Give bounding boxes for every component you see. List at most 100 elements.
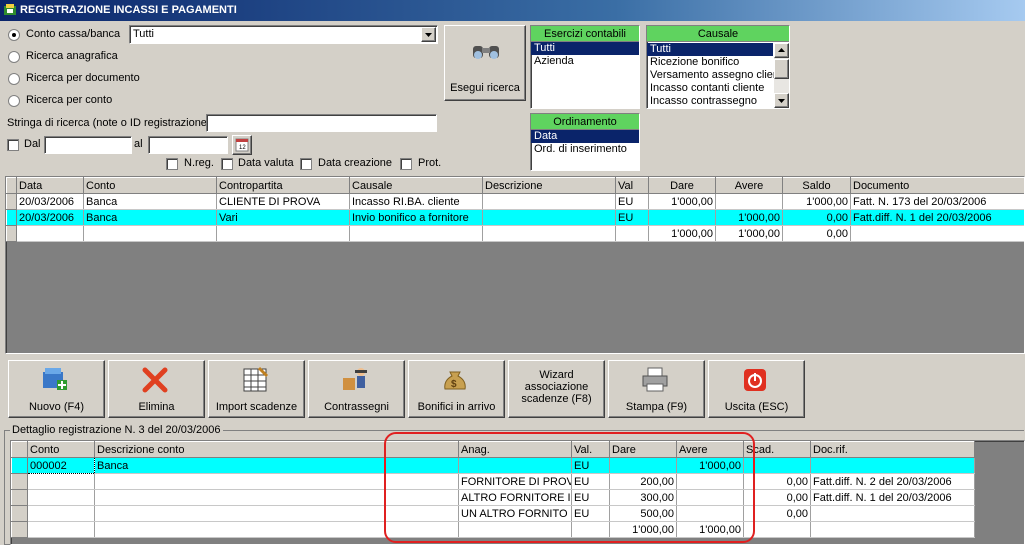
- detail-cell[interactable]: 000002: [27, 457, 95, 474]
- detail-cell[interactable]: [609, 457, 677, 474]
- table-cell[interactable]: Banca: [83, 209, 217, 226]
- causale-item[interactable]: Incasso contanti cliente: [647, 82, 773, 95]
- col-header-data[interactable]: Data: [16, 177, 84, 194]
- col-header-dare[interactable]: Dare: [648, 177, 716, 194]
- detail-cell[interactable]: 1'000,00: [676, 521, 744, 538]
- detail-cell[interactable]: EU: [571, 505, 610, 522]
- table-row[interactable]: 20/03/2006 Banca Vari Invio bonifico a forn…: [6, 209, 1024, 226]
- row-header[interactable]: [11, 505, 28, 522]
- search-string-input[interactable]: [206, 114, 437, 132]
- radio-conto-cassa[interactable]: [8, 29, 20, 41]
- col-header-contropartita[interactable]: Contropartita: [216, 177, 350, 194]
- table-cell[interactable]: CLIENTE DI PROVA: [216, 193, 350, 210]
- table-cell[interactable]: 0,00: [782, 209, 851, 226]
- detail-row[interactable]: 000002 Banca EU 1'000,00: [11, 457, 975, 474]
- detail-cell[interactable]: [676, 473, 744, 490]
- detail-cell[interactable]: [27, 505, 95, 522]
- chevron-down-icon[interactable]: [421, 27, 436, 42]
- table-cell[interactable]: [83, 225, 217, 242]
- table-cell[interactable]: Fatt. N. 173 del 20/03/2006: [850, 193, 1024, 210]
- causale-item[interactable]: Tutti: [647, 43, 773, 56]
- causale-scrollbar[interactable]: [774, 43, 789, 108]
- table-cell[interactable]: [648, 209, 716, 226]
- table-cell[interactable]: [349, 225, 483, 242]
- detail-cell[interactable]: Banca: [94, 457, 459, 474]
- detail-cell[interactable]: Fatt.diff. N. 1 del 20/03/2006: [810, 489, 975, 506]
- checkbox-nreg[interactable]: [166, 158, 178, 170]
- date-to-input[interactable]: [148, 136, 228, 154]
- detail-grid[interactable]: Conto Descrizione conto Anag. Val. Dare …: [10, 440, 1025, 545]
- print-button[interactable]: Stampa (F9): [608, 360, 705, 418]
- col-header-documento[interactable]: Documento: [850, 177, 1024, 194]
- esercizi-item[interactable]: Azienda: [531, 55, 639, 68]
- detail-cell[interactable]: [810, 505, 975, 522]
- date-filter-checkbox[interactable]: [7, 139, 19, 151]
- detail-cell[interactable]: FORNITORE DI PROV: [458, 473, 572, 490]
- col-header-conto[interactable]: Conto: [83, 177, 217, 194]
- detail-cell[interactable]: [94, 473, 459, 490]
- detail-cell[interactable]: [27, 521, 95, 538]
- col-header-avere[interactable]: Avere: [715, 177, 783, 194]
- col-header-scad[interactable]: Scad.: [743, 441, 811, 458]
- col-header-doc-rif[interactable]: Doc.rif.: [810, 441, 975, 458]
- radio-ricerca-anagrafica[interactable]: [8, 51, 20, 63]
- table-cell[interactable]: Banca: [83, 193, 217, 210]
- scroll-thumb[interactable]: [774, 59, 789, 79]
- calendar-button[interactable]: 12: [232, 135, 252, 155]
- detail-cell[interactable]: 500,00: [609, 505, 677, 522]
- detail-cell[interactable]: [810, 521, 975, 538]
- detail-cell[interactable]: EU: [571, 457, 610, 474]
- date-from-input[interactable]: [44, 136, 132, 154]
- detail-cell[interactable]: [571, 521, 610, 538]
- detail-cell[interactable]: [27, 473, 95, 490]
- table-cell[interactable]: 1'000,00: [715, 225, 783, 242]
- table-cell[interactable]: Incasso RI.BA. cliente: [349, 193, 483, 210]
- table-cell[interactable]: [715, 193, 783, 210]
- ordinamento-item[interactable]: Ord. di inserimento: [531, 143, 639, 156]
- row-header[interactable]: [6, 225, 17, 242]
- table-cell[interactable]: Invio bonifico a fornitore: [349, 209, 483, 226]
- detail-cell[interactable]: 0,00: [743, 473, 811, 490]
- detail-row[interactable]: UN ALTRO FORNITO EU 500,00 0,00: [11, 505, 975, 522]
- contrassegni-button[interactable]: Contrassegni: [308, 360, 405, 418]
- scroll-down-icon[interactable]: [774, 93, 789, 108]
- results-grid[interactable]: Data Conto Contropartita Causale Descriz…: [5, 176, 1025, 354]
- detail-cell[interactable]: 0,00: [743, 505, 811, 522]
- new-button[interactable]: Nuovo (F4): [8, 360, 105, 418]
- causale-item[interactable]: Incasso contrassegno: [647, 95, 773, 108]
- table-row[interactable]: 20/03/2006 Banca CLIENTE DI PROVA Incasso R…: [6, 193, 1024, 210]
- table-cell[interactable]: [615, 225, 649, 242]
- detail-cell[interactable]: [676, 489, 744, 506]
- table-row[interactable]: 1'000,00 1'000,00 0,00: [6, 225, 1024, 242]
- col-header-val[interactable]: Val: [615, 177, 649, 194]
- detail-cell[interactable]: ALTRO FORNITORE I: [458, 489, 572, 506]
- detail-cell[interactable]: [94, 521, 459, 538]
- table-cell[interactable]: 1'000,00: [782, 193, 851, 210]
- row-header[interactable]: [11, 521, 28, 538]
- detail-cell[interactable]: [810, 457, 975, 474]
- esercizi-listbox[interactable]: Esercizi contabili Tutti Azienda: [530, 25, 640, 109]
- table-cell[interactable]: 1'000,00: [648, 225, 716, 242]
- detail-cell[interactable]: 300,00: [609, 489, 677, 506]
- esercizi-item[interactable]: Tutti: [531, 42, 639, 55]
- radio-ricerca-documento[interactable]: [8, 73, 20, 85]
- table-cell[interactable]: 1'000,00: [648, 193, 716, 210]
- causale-item[interactable]: Ricezione bonifico: [647, 56, 773, 69]
- table-cell[interactable]: [482, 193, 616, 210]
- detail-cell[interactable]: 0,00: [743, 489, 811, 506]
- causale-item[interactable]: Versamento assegno clier: [647, 69, 777, 82]
- detail-cell[interactable]: [743, 521, 811, 538]
- detail-cell[interactable]: Fatt.diff. N. 2 del 20/03/2006: [810, 473, 975, 490]
- checkbox-prot[interactable]: [400, 158, 412, 170]
- col-header-dare[interactable]: Dare: [609, 441, 677, 458]
- import-scadenze-button[interactable]: Import scadenze: [208, 360, 305, 418]
- detail-cell[interactable]: [743, 457, 811, 474]
- detail-row[interactable]: FORNITORE DI PROV EU 200,00 0,00 Fatt.diff. …: [11, 473, 975, 490]
- table-cell[interactable]: [850, 225, 1024, 242]
- col-header-anag[interactable]: Anag.: [458, 441, 572, 458]
- scroll-up-icon[interactable]: [774, 43, 789, 58]
- table-cell[interactable]: [482, 225, 616, 242]
- col-header-descrizione-conto[interactable]: Descrizione conto: [94, 441, 459, 458]
- search-button[interactable]: Esegui ricerca: [444, 25, 526, 101]
- col-header-avere[interactable]: Avere: [676, 441, 744, 458]
